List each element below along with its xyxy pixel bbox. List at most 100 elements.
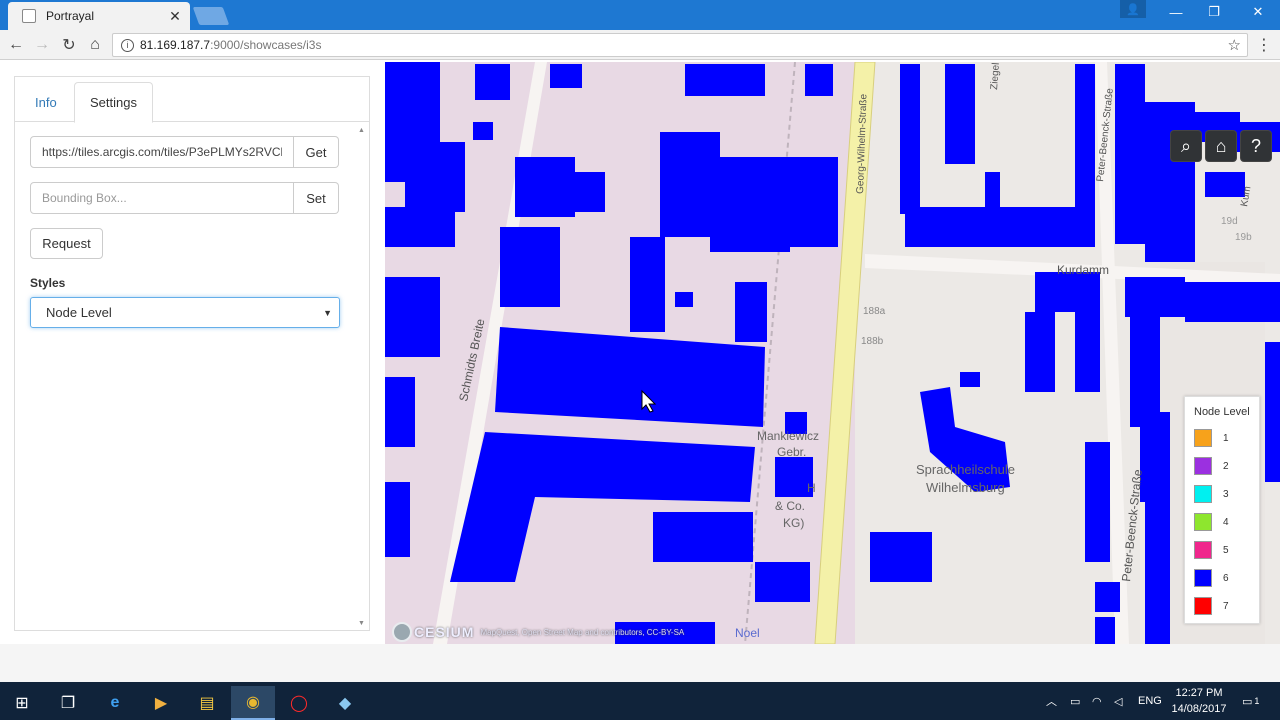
task-view-icon[interactable]: ❐ <box>46 686 90 720</box>
panel-tabs: Info Settings <box>15 82 369 123</box>
legend-item-label: 6 <box>1223 572 1229 584</box>
window-close-icon[interactable]: ✕ <box>1236 0 1280 24</box>
notification-count: 1 <box>1254 696 1260 706</box>
map-credit-text[interactable]: MapQuest, Open Street Map and contributo… <box>480 628 684 637</box>
browser-menu-icon[interactable]: ⋮ <box>1256 35 1272 55</box>
building <box>870 532 932 582</box>
show-hidden-icons-icon[interactable]: ︿ <box>1046 682 1057 720</box>
media-player-icon[interactable]: ▶ <box>139 686 183 720</box>
building <box>385 277 440 357</box>
home-view-icon[interactable]: ⌂ <box>1205 130 1237 162</box>
app-icon[interactable]: ◆ <box>323 686 367 720</box>
building <box>985 172 1000 207</box>
building <box>1075 64 1095 244</box>
poi-label-mank1: Mankiewicz <box>757 429 819 443</box>
get-button[interactable]: Get <box>294 136 339 168</box>
tab-info[interactable]: Info <box>20 82 72 123</box>
legend-swatch <box>1194 485 1212 503</box>
legend-item-label: 3 <box>1223 488 1229 500</box>
building <box>1085 442 1110 562</box>
clock-date: 14/08/2017 <box>1171 703 1227 715</box>
building <box>905 207 1095 247</box>
address-bar[interactable]: i 81.169.187.7 :9000/showcases/i3s ☆ <box>112 33 1248 57</box>
tab-title: Portrayal <box>46 9 95 23</box>
street-label-kurdamm: Kurdamm <box>1057 263 1109 277</box>
building <box>1145 102 1195 262</box>
street-label-ziegel: Ziegel <box>989 62 1002 90</box>
building <box>1265 342 1280 482</box>
legend-item: 6 <box>1194 569 1229 587</box>
notifications-icon[interactable]: ▭ 1 <box>1242 682 1259 720</box>
url-host: 81.169.187.7 <box>140 38 211 52</box>
building <box>1025 312 1055 392</box>
legend-item: 4 <box>1194 513 1229 531</box>
back-arrow-icon[interactable]: ← <box>5 34 27 56</box>
system-clock[interactable]: 12:27 PM 14/08/2017 <box>1166 685 1232 717</box>
building <box>900 64 920 214</box>
node-level-legend: Node Level 1 2 3 4 5 6 7 <box>1184 396 1260 624</box>
opera-icon[interactable]: ◯ <box>277 686 321 720</box>
home-icon[interactable]: ⌂ <box>84 34 106 56</box>
bookmark-star-icon[interactable]: ☆ <box>1228 36 1241 54</box>
chrome-icon[interactable]: ◉ <box>231 686 275 720</box>
legend-swatch <box>1194 569 1212 587</box>
volume-icon[interactable]: ◁ <box>1114 682 1122 720</box>
file-explorer-icon[interactable]: ▤ <box>185 686 229 720</box>
poi-label-school1: Sprachheilschule <box>916 462 1015 477</box>
service-url-group: Get <box>30 136 339 168</box>
scroll-up-icon[interactable]: ▲ <box>358 127 365 134</box>
page-bottom-area <box>0 644 1280 682</box>
building <box>385 207 455 247</box>
building <box>1095 582 1120 612</box>
legend-swatch <box>1194 597 1212 615</box>
building <box>1185 282 1280 322</box>
request-button[interactable]: Request <box>30 228 103 259</box>
legend-swatch <box>1194 513 1212 531</box>
site-info-icon[interactable]: i <box>121 38 134 52</box>
poi-label-19d: 19d <box>1221 216 1238 227</box>
set-button[interactable]: Set <box>294 182 339 214</box>
legend-item: 1 <box>1194 429 1229 447</box>
poi-label-mank5: KG) <box>783 516 804 530</box>
search-icon[interactable]: ⌕ <box>1170 130 1202 162</box>
bounding-box-group: Set <box>30 182 339 214</box>
battery-icon[interactable]: ▭ <box>1070 682 1080 720</box>
poi-label-noel: Noel <box>735 626 760 640</box>
building <box>755 562 810 602</box>
help-icon[interactable]: ? <box>1240 130 1272 162</box>
panel-scrollbar[interactable]: ▲ ▼ <box>355 123 369 631</box>
bounding-box-input[interactable] <box>30 182 294 214</box>
tab-settings[interactable]: Settings <box>74 82 153 123</box>
profile-icon[interactable]: 👤 <box>1120 0 1146 18</box>
style-select[interactable]: Node Level ▼ <box>30 297 340 328</box>
building <box>685 64 765 96</box>
building <box>550 64 582 88</box>
poi-label-19b: 19b <box>1235 232 1252 243</box>
building <box>385 482 410 557</box>
new-tab-button[interactable] <box>192 7 230 25</box>
building <box>1140 412 1170 502</box>
building <box>565 172 605 212</box>
building <box>1075 302 1100 392</box>
language-indicator[interactable]: ENG <box>1138 682 1162 720</box>
edge-browser-icon[interactable]: e <box>93 686 137 720</box>
forward-arrow-icon[interactable]: → <box>31 34 53 56</box>
wifi-icon[interactable]: ◠ <box>1092 682 1102 720</box>
legend-swatch <box>1194 429 1212 447</box>
building <box>1145 617 1170 644</box>
restore-icon[interactable]: ❐ <box>1192 0 1236 24</box>
building <box>500 227 560 307</box>
browser-tab[interactable]: Portrayal ✕ <box>8 2 190 30</box>
page-favicon-icon <box>22 9 36 23</box>
reload-icon[interactable]: ↻ <box>58 34 80 56</box>
poi-label-188b: 188b <box>861 336 884 347</box>
building <box>1125 277 1185 317</box>
tab-close-icon[interactable]: ✕ <box>166 8 184 25</box>
scroll-down-icon[interactable]: ▼ <box>358 620 365 627</box>
cesium-map-viewer[interactable]: Schmidts Breite Georg-Wilhelm-Straße Pet… <box>385 62 1280 644</box>
building <box>1205 172 1245 197</box>
legend-item: 7 <box>1194 597 1229 615</box>
service-url-input[interactable] <box>30 136 294 168</box>
clock-time: 12:27 PM <box>1175 687 1223 699</box>
windows-start-icon[interactable]: ⊞ <box>0 686 44 720</box>
